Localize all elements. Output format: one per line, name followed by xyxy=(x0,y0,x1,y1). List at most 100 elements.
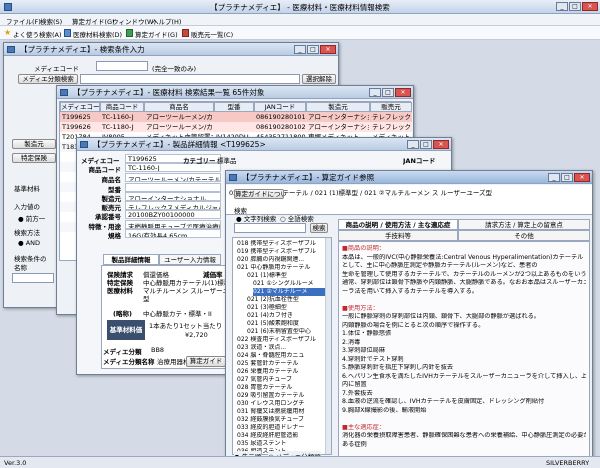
col-header-maker[interactable]: 製造元 xyxy=(306,102,370,112)
guide-window: 【プラチナメディエ】- 算定ガイド参照 _ □ ✕ 021 中心静脈用カテーテル /… xyxy=(225,170,593,462)
guide-button[interactable]: 算定ガイド(G) xyxy=(126,28,178,39)
col-header-prodcode[interactable]: 商品コード xyxy=(100,102,144,112)
maximize-icon[interactable]: □ xyxy=(382,88,394,97)
prefix-radio[interactable]: ● 前方一 xyxy=(18,213,45,223)
tree-item[interactable]: 021 ②マルチルーメ xyxy=(253,288,325,296)
tab-user-input[interactable]: ユーザー入力情報 xyxy=(159,254,221,265)
seller-list-button[interactable]: 販売元一覧(C) xyxy=(182,28,240,39)
detail-window-titlebar: 【プラチナメディエ】- 製品詳細情報 <T199625> _ □ ✕ xyxy=(77,138,451,151)
search-method-label: 検索方法 xyxy=(14,229,40,237)
close-icon[interactable]: ✕ xyxy=(433,140,449,149)
tab-billing[interactable]: 請求方法 / 算定上の留意点 xyxy=(458,219,590,230)
tree-item[interactable]: 021 (5)酸素飽和度 xyxy=(247,320,325,328)
table-row[interactable]: T199626 TC-1180-J アローツールーメン/カテーテル 086190280… xyxy=(60,122,412,132)
medie-type-input[interactable] xyxy=(80,74,300,84)
tree-item[interactable]: 021 (6)末梢留置型中心 xyxy=(247,328,325,336)
mediecode-input[interactable] xyxy=(96,61,148,71)
material-search-button[interactable]: 医療材料検索(D) xyxy=(64,28,122,39)
detail-label-2: 商品名 xyxy=(101,176,122,184)
tab-procedure[interactable]: 手技料等 xyxy=(338,230,458,241)
tab-other[interactable]: その他 xyxy=(458,230,590,241)
close-icon[interactable]: ✕ xyxy=(395,88,411,97)
maximize-icon[interactable]: □ xyxy=(561,173,573,182)
document-icon xyxy=(64,29,71,37)
content-line: 内に留置 xyxy=(342,381,367,388)
close-icon[interactable]: ✕ xyxy=(320,45,336,54)
col-header-model[interactable]: 型番 xyxy=(214,102,254,112)
content-line: ーラ法を用いて挿入するカテーテルを導入する。 xyxy=(342,287,478,295)
tree-item[interactable]: 028 胃管カテーテル xyxy=(237,384,325,392)
open-guide-button[interactable]: 算定ガイド xyxy=(186,356,226,367)
tree-item[interactable]: 032 経鼓膜換気チューブ xyxy=(237,416,325,424)
tree-item[interactable]: 021 ①シングルルーメ xyxy=(253,280,325,288)
tree-item[interactable]: 021 中心静脈用カテーテル xyxy=(237,264,325,272)
tab-description[interactable]: 商品の説明 / 使用方法 / 主な適応症 xyxy=(338,219,458,230)
tree-item[interactable]: 035 尿道ステント xyxy=(237,440,325,448)
minimize-icon[interactable]: _ xyxy=(407,140,419,149)
menu-search[interactable]: 検索(S) xyxy=(40,16,62,26)
col-header-code[interactable]: メディエコード xyxy=(60,102,100,112)
maker-button[interactable]: 製造元 xyxy=(12,139,56,149)
content-line: 3.穿刺部位局麻 xyxy=(342,347,386,354)
tree-item[interactable]: 033 経皮的胆道ドレナー xyxy=(237,424,325,432)
menu-help[interactable]: ヘルプ(H) xyxy=(152,16,181,26)
content-line: 通常、穿刺部位は鎖骨下静脈や内頸静脈、大腿静脈である。なおお本品はスルーザーカニ… xyxy=(342,279,586,286)
tree-item[interactable]: 025 套管針カテーテル xyxy=(237,360,325,368)
col-header-jan[interactable]: JANコード xyxy=(254,102,306,112)
maximize-icon[interactable]: □ xyxy=(569,2,581,11)
tree-item[interactable]: 021 (4)カフ付き xyxy=(247,312,325,320)
tree-item[interactable]: 030 イレウス用ロングチ xyxy=(237,400,325,408)
tree-item[interactable]: 031 腎瘻又は膀胱瘻用材 xyxy=(237,408,325,416)
about-guide-button[interactable]: 算定ガイドについて xyxy=(234,189,284,199)
minimize-icon[interactable]: _ xyxy=(548,173,560,182)
tree-item[interactable]: 022 検査用ディスポーザブル xyxy=(237,336,325,344)
tree-item[interactable]: 029 吸引留置カテーテル xyxy=(237,392,325,400)
minimize-icon[interactable]: _ xyxy=(556,2,568,11)
tree-item[interactable]: 021 (3)極細型 xyxy=(247,304,325,312)
col-header-seller[interactable]: 販売元 xyxy=(370,102,412,112)
detail-label-1: 商品コード xyxy=(88,166,122,174)
content-heading-usage: ■使用方法： xyxy=(342,304,379,312)
guide-search-input[interactable] xyxy=(234,223,306,233)
close-icon[interactable]: ✕ xyxy=(582,2,598,11)
tree-item[interactable]: 019 携帯型ディスポーザブル xyxy=(237,248,325,256)
tree-item[interactable]: 024 脳・脊髄腔用カニュ xyxy=(237,352,325,360)
brand-label: SILVERBERRY xyxy=(546,459,590,467)
menu-guide[interactable]: 算定ガイド(G) xyxy=(72,16,115,26)
content-line: 8.血液の逆流を確認し、IVHカテーテルを皮膚固定、ドレッシング剤貼付 xyxy=(342,398,545,405)
maximize-icon[interactable]: □ xyxy=(420,140,432,149)
col-header-name[interactable]: 商品名 xyxy=(144,102,214,112)
tree-item[interactable]: 021 (2)抗血栓性型 xyxy=(247,296,325,304)
window-icon xyxy=(229,174,237,181)
and-radio[interactable]: ● AND xyxy=(18,239,40,247)
content-heading-indications: ■主な適応症： xyxy=(342,423,385,431)
guide-search-button[interactable]: 検索 xyxy=(310,223,328,233)
close-icon[interactable]: ✕ xyxy=(574,173,590,182)
all-word-radio[interactable]: ○ 全語検索 xyxy=(280,213,314,223)
menu-bar: ファイル(F) 検索(S) 算定ガイド(G) ウィンドウ(W) ヘルプ(H) xyxy=(0,14,600,26)
tree-item[interactable]: 034 経皮経肝胆管造影 xyxy=(237,432,325,440)
maximize-icon[interactable]: □ xyxy=(307,45,319,54)
detail-label-6: 承認番号 xyxy=(95,213,121,221)
version-label: Ver.3.0 xyxy=(4,459,27,467)
special-insurance-button[interactable]: 特定保険 xyxy=(12,153,56,163)
tree-item[interactable]: 027 気管内チューブ xyxy=(237,376,325,384)
tree-item[interactable]: 026 栄養用カテーテル xyxy=(237,368,325,376)
menu-file[interactable]: ファイル(F) xyxy=(6,16,41,26)
tree-item[interactable]: 021 (1)標準型 xyxy=(247,272,325,280)
favorite-search-button[interactable]: ★ よく使う検索(A) xyxy=(4,28,62,39)
medie-type-search-button[interactable]: メディエ分類検索 xyxy=(18,74,78,84)
name-input[interactable] xyxy=(12,273,54,283)
minimize-icon[interactable]: _ xyxy=(369,88,381,97)
table-row[interactable]: T199625 TC-1160-J アローツールーメン/カテーテル 086190280… xyxy=(60,112,412,122)
clear-selection-button[interactable]: 選択解除 xyxy=(302,74,336,84)
tree-item[interactable]: 018 携帯型ディスポーザブル xyxy=(237,240,325,248)
tree-item[interactable]: 023 涙道・涙点... xyxy=(237,344,325,352)
detail-value-5: テレフレックスメディカルジャパン xyxy=(125,201,221,210)
tree-item[interactable]: 020 膵臓の内視鏡関連... xyxy=(237,256,325,264)
tree-scrollbar[interactable] xyxy=(325,238,331,454)
menu-window[interactable]: ウィンドウ(W) xyxy=(112,16,156,26)
string-search-radio[interactable]: ● 文字列検索 xyxy=(236,213,276,223)
tab-product-detail[interactable]: 製品詳細情報 xyxy=(103,254,159,265)
minimize-icon[interactable]: _ xyxy=(294,45,306,54)
